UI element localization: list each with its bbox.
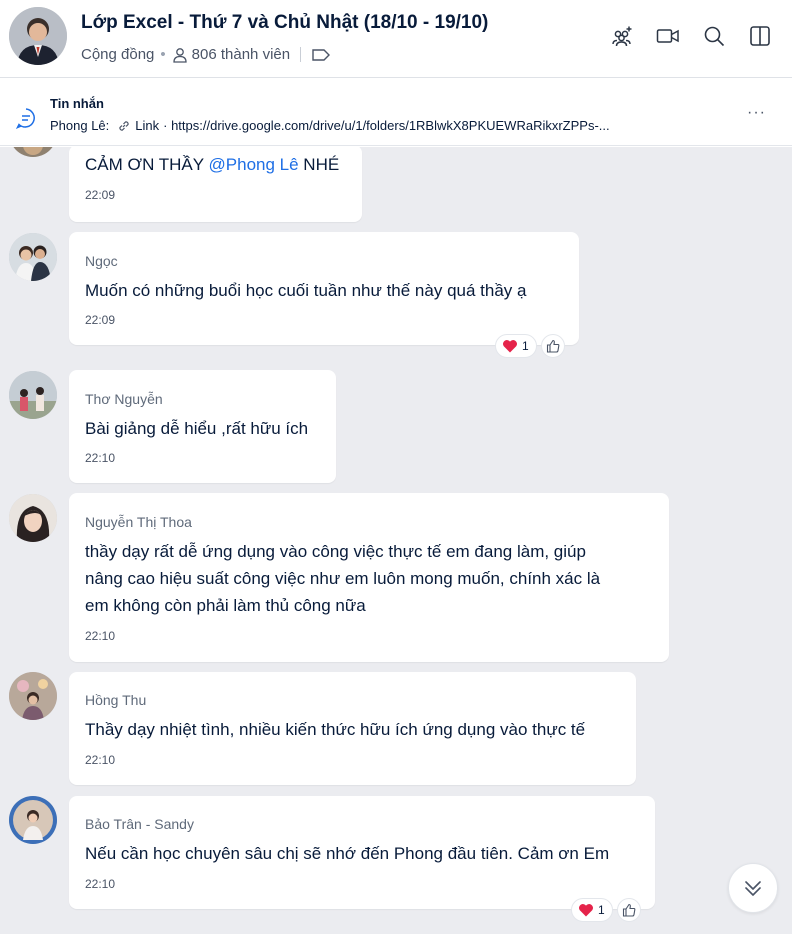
header-actions — [610, 24, 772, 48]
more-options-button[interactable]: ··· — [747, 104, 766, 122]
message-bubble[interactable]: Hồng Thu Thầy dạy nhiệt tình, nhiều kiến… — [69, 672, 636, 785]
message-text: Nếu cần học chuyên sâu chị sẽ nhớ đến Ph… — [85, 844, 610, 863]
message-icon — [15, 107, 37, 134]
pinned-sender: Phong Lê: — [50, 118, 110, 133]
like-button[interactable] — [616, 898, 641, 922]
sender-name[interactable]: Ngọc — [85, 253, 118, 269]
like-button[interactable] — [540, 334, 565, 358]
message-text-part: CẢM ƠN THẦY — [85, 155, 209, 174]
message-time: 22:10 — [85, 451, 116, 465]
message-time: 22:10 — [85, 753, 116, 767]
reaction-count: 1 — [522, 339, 529, 353]
avatar[interactable] — [9, 494, 57, 542]
message-text: Muốn có những buổi học cuối tuần như thế… — [85, 281, 527, 300]
pinned-content: Phong Lê: Link · https://drive.google.co… — [50, 118, 610, 133]
reaction-bar: 1 — [495, 334, 565, 358]
group-avatar[interactable] — [9, 7, 67, 65]
message-time: 22:09 — [85, 313, 116, 327]
scroll-to-bottom-button[interactable] — [728, 863, 778, 913]
avatar[interactable] — [9, 371, 57, 419]
message-text: Thầy dạy nhiệt tình, nhiều kiến thức hữu… — [85, 720, 586, 739]
add-member-icon[interactable] — [610, 24, 634, 48]
message-bubble[interactable]: Ngọc Muốn có những buổi học cuối tuần nh… — [69, 232, 579, 345]
conversation-header: Lớp Excel - Thứ 7 và Chủ Nhật (18/10 - 1… — [0, 0, 792, 78]
community-label: Cộng đồng — [81, 46, 155, 63]
message-text: CẢM ƠN THẦY @Phong Lê NHÉ — [85, 151, 339, 178]
member-count[interactable]: 806 thành viên — [192, 46, 290, 63]
conversation-title: Lớp Excel - Thứ 7 và Chủ Nhật (18/10 - 1… — [81, 12, 489, 33]
conversation-subtitle: Cộng đồng • 806 thành viên — [81, 46, 331, 63]
pinned-message-bar[interactable]: Tin nhắn Phong Lê: Link · https://drive.… — [0, 86, 792, 146]
sender-name[interactable]: Nguyễn Thị Thoa — [85, 514, 192, 530]
avatar[interactable] — [9, 147, 57, 157]
tag-icon[interactable] — [311, 48, 331, 62]
message-bubble[interactable]: Nguyễn Thị Thoa thầy dạy rất dễ ứng dụng… — [69, 493, 669, 662]
avatar[interactable] — [9, 796, 57, 844]
message-text-line: nâng cao hiệu suất công việc như em luôn… — [85, 569, 601, 588]
separator-dot: • — [160, 46, 166, 63]
reaction-count-pill[interactable]: 1 — [495, 334, 537, 358]
sender-name[interactable]: Thơ Nguyễn — [85, 391, 163, 407]
message-time: 22:09 — [85, 188, 116, 202]
reaction-bar: 1 — [571, 898, 641, 922]
video-call-icon[interactable] — [656, 24, 680, 48]
mention-link[interactable]: @Phong Lê — [209, 155, 299, 174]
message-time: 22:10 — [85, 629, 116, 643]
double-chevron-down-icon — [741, 876, 765, 900]
pinned-link[interactable]: · https://drive.google.com/drive/u/1/fol… — [163, 118, 609, 133]
message-bubble[interactable]: Thơ Nguyễn Bài giảng dễ hiểu ,rất hữu íc… — [69, 370, 336, 483]
link-icon — [117, 119, 131, 133]
message-text-line: thầy dạy rất dễ ứng dụng vào công việc t… — [85, 542, 586, 561]
message-text-line: em không còn phải làm thủ công nữa — [85, 596, 366, 615]
thumbs-up-icon — [546, 339, 560, 353]
sender-name[interactable]: Hồng Thu — [85, 692, 146, 708]
message-time: 22:10 — [85, 877, 116, 891]
heart-icon — [578, 903, 594, 917]
avatar[interactable] — [9, 233, 57, 281]
thumbs-up-icon — [622, 903, 636, 917]
reaction-count: 1 — [598, 903, 605, 917]
divider — [300, 47, 302, 62]
message-list[interactable]: CẢM ƠN THẦY @Phong Lê NHÉ 22:09 Ngọc Muố… — [0, 147, 792, 934]
pinned-title: Tin nhắn — [50, 96, 104, 111]
message-text: Bài giảng dễ hiểu ,rất hữu ích — [85, 419, 309, 438]
heart-icon — [502, 339, 518, 353]
reaction-count-pill[interactable]: 1 — [571, 898, 613, 922]
sender-name[interactable]: Bảo Trân - Sandy — [85, 816, 194, 832]
message-bubble[interactable]: CẢM ƠN THẦY @Phong Lê NHÉ 22:09 — [69, 147, 362, 222]
avatar[interactable] — [9, 672, 57, 720]
search-icon[interactable] — [702, 24, 726, 48]
sidebar-toggle-icon[interactable] — [748, 24, 772, 48]
message-bubble[interactable]: Bảo Trân - Sandy Nếu cần học chuyên sâu … — [69, 796, 655, 909]
link-label: Link — [135, 118, 160, 133]
member-icon[interactable] — [172, 47, 188, 63]
message-text-part: NHÉ — [298, 155, 340, 174]
